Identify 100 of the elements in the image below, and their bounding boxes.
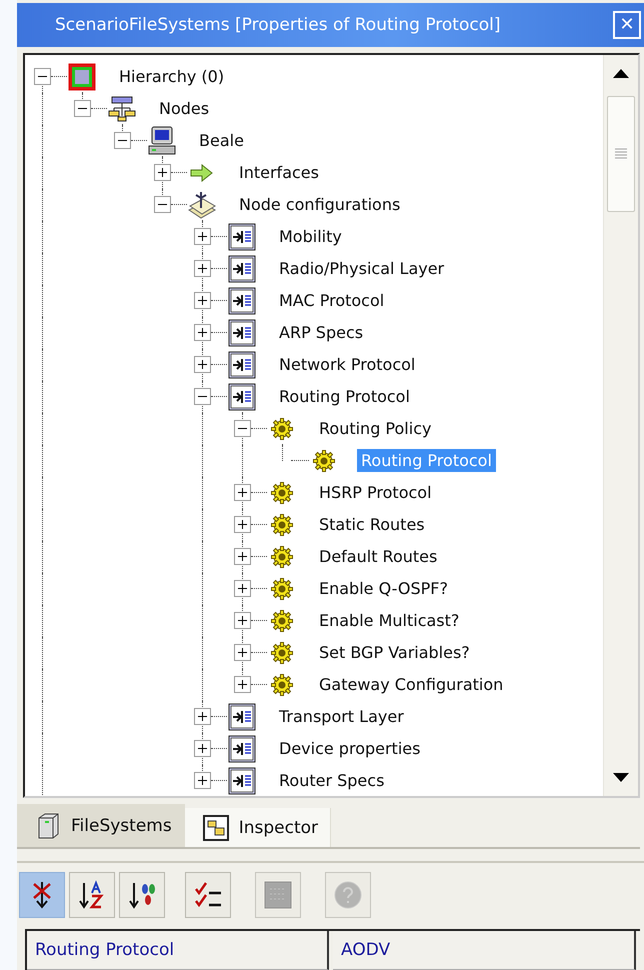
toolbar-button[interactable] [19, 872, 65, 918]
toolbar-button[interactable] [69, 872, 115, 918]
pages-icon [264, 881, 292, 910]
plus-icon [158, 168, 167, 178]
plus-icon [238, 520, 247, 530]
plus-icon [198, 744, 207, 754]
tree-item[interactable]: Beale [199, 129, 244, 152]
network-icon [108, 96, 136, 122]
expander-toggle[interactable] [234, 676, 251, 694]
expander-toggle[interactable] [234, 612, 251, 630]
tree-item[interactable]: Mobility [279, 225, 342, 248]
toolbar-button[interactable] [185, 872, 231, 918]
scroll-thumb[interactable] [607, 96, 635, 212]
tree-item[interactable]: Network Protocol [279, 353, 416, 376]
expander-toggle[interactable] [194, 324, 211, 342]
tree-item[interactable]: Routing Protocol [279, 385, 410, 408]
tree-item[interactable]: Nodes [159, 97, 210, 120]
expander-toggle[interactable] [194, 772, 211, 790]
gear-icon [271, 674, 293, 696]
tree-item[interactable]: Enable Multicast? [319, 609, 460, 632]
expander-toggle[interactable] [74, 100, 91, 118]
gear-icon [271, 418, 293, 440]
tree-item[interactable]: Enable Q-OSPF? [319, 577, 448, 600]
plus-icon [238, 648, 247, 658]
tree-item[interactable]: ARP Specs [279, 321, 364, 344]
gear-icon [271, 482, 293, 504]
tree-item[interactable]: Routing Policy [319, 417, 432, 440]
sort-icon [127, 880, 157, 910]
tree-item[interactable]: Set BGP Variables? [319, 641, 470, 664]
gear-icon [271, 546, 293, 568]
panel-icon [228, 702, 256, 731]
tree-item[interactable]: Static Routes [319, 513, 425, 536]
documents-icon [187, 190, 217, 220]
tree-item[interactable]: Interfaces [239, 161, 319, 184]
expander-toggle[interactable] [194, 292, 211, 310]
panel-icon [228, 766, 256, 795]
expander-toggle[interactable] [34, 68, 51, 86]
panel-icon [228, 254, 256, 283]
tree-item[interactable]: HSRP Protocol [319, 481, 432, 504]
tree-item[interactable]: MAC Protocol [279, 289, 384, 312]
plus-icon [198, 264, 207, 274]
toolbar-button[interactable] [119, 872, 165, 918]
scroll-down-icon[interactable] [613, 772, 629, 782]
window-icon [202, 814, 229, 841]
tree-item[interactable]: Radio/Physical Layer [279, 257, 444, 280]
tree-item[interactable]: Default Routes [319, 545, 438, 568]
square-icon [67, 62, 97, 92]
plus-icon [238, 488, 247, 498]
plus-icon [238, 584, 247, 594]
tree-item[interactable]: Transport Layer [279, 705, 404, 728]
expander-toggle[interactable] [234, 516, 251, 534]
expander-toggle[interactable] [154, 196, 171, 214]
plus-icon [198, 360, 207, 370]
gear-icon [313, 450, 335, 472]
arrow-icon [190, 164, 214, 182]
plus-icon [238, 616, 247, 626]
plus-icon [198, 712, 207, 722]
expander-toggle[interactable] [194, 708, 211, 726]
tree-item[interactable]: Device properties [279, 737, 420, 760]
scroll-up-icon[interactable] [613, 68, 629, 78]
scrollbar[interactable] [603, 54, 638, 796]
tab[interactable]: FileSystems [17, 804, 185, 848]
expander-toggle[interactable] [234, 580, 251, 598]
plus-icon [238, 552, 247, 562]
computer-icon [147, 126, 177, 156]
panel-icon [228, 286, 256, 315]
expander-toggle[interactable] [114, 132, 131, 150]
close-button[interactable]: ✕ [613, 10, 641, 39]
panel-icon [228, 734, 256, 763]
expander-toggle[interactable] [194, 356, 211, 374]
tree-item[interactable]: Node configurations [239, 193, 400, 216]
plus-icon [238, 680, 247, 690]
panel-icon [228, 222, 256, 251]
expander-toggle[interactable] [154, 164, 171, 182]
tree-item[interactable]: Router Specs [279, 769, 384, 792]
tab[interactable]: Inspector [184, 808, 332, 848]
window-title: ScenarioFileSystems [Properties of Routing Protocol] [55, 14, 500, 35]
expander-toggle[interactable] [194, 260, 211, 278]
expander-toggle[interactable] [234, 644, 251, 662]
checklist-icon [193, 881, 223, 910]
plus-icon [198, 232, 207, 242]
plus-icon [198, 776, 207, 786]
gear-icon [271, 610, 293, 632]
plus-icon [198, 328, 207, 338]
expander-toggle[interactable] [194, 740, 211, 758]
tree-item[interactable]: Hierarchy (0) [119, 65, 224, 88]
gear-icon [271, 642, 293, 664]
gear-icon [271, 514, 293, 536]
expander-toggle[interactable] [194, 388, 211, 406]
help-icon [334, 881, 362, 910]
gear-icon [271, 578, 293, 600]
property-name: Routing Protocol [27, 931, 329, 970]
panel-icon [228, 382, 256, 411]
property-value[interactable]: AODV [333, 931, 636, 970]
panel-icon [228, 350, 256, 379]
expander-toggle[interactable] [234, 548, 251, 566]
tree-item[interactable]: Gateway Configuration [319, 673, 504, 696]
expander-toggle[interactable] [234, 484, 251, 502]
expander-toggle[interactable] [234, 420, 251, 438]
expander-toggle[interactable] [194, 228, 211, 246]
